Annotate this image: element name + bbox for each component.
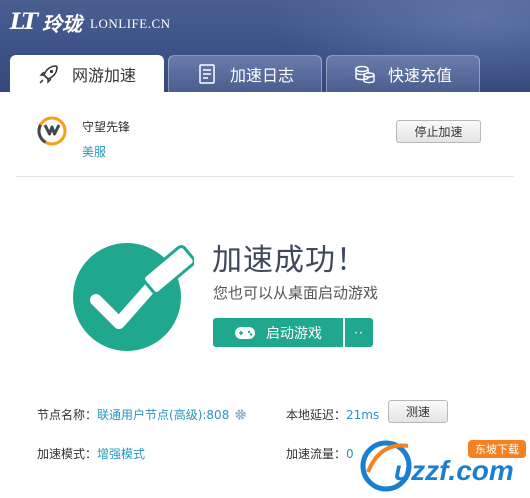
log-icon [196, 63, 218, 85]
success-subtitle: 您也可以从桌面启动游戏 [213, 284, 379, 302]
launch-game-button[interactable]: 启动游戏 [213, 318, 343, 347]
gamepad-icon [235, 326, 255, 339]
mode-value: 增强模式 [97, 447, 146, 461]
tab-label: 快速充值 [387, 66, 452, 85]
section-divider [16, 176, 514, 177]
tab-acceleration-log[interactable]: 加速日志 [168, 55, 322, 92]
game-region-link[interactable]: 美服 [82, 143, 106, 160]
logo-chinese-name: 玲珑 [42, 11, 83, 36]
tab-label: 网游加速 [71, 66, 136, 85]
logo-mark: LT [10, 9, 38, 35]
launch-game-label: 启动游戏 [266, 325, 322, 342]
uzzf-watermark: uzzf.com 东坡下载 [360, 440, 526, 492]
coins-icon [354, 63, 376, 85]
latency-label: 本地延迟： [286, 408, 347, 422]
logo-domain: LONLIFE.CN [90, 16, 171, 31]
launch-more-button[interactable]: ·· [345, 318, 373, 347]
tab-game-acceleration[interactable]: 网游加速 [10, 55, 164, 92]
mode-info: 加速模式：增强模式 [37, 445, 145, 462]
current-game-row: 守望先锋 美服 停止加速 [0, 92, 530, 176]
node-info: 节点名称：联通用户节点(高级):8080 [37, 406, 247, 423]
launch-game-group: 启动游戏 ·· [213, 318, 373, 347]
overwatch-logo-icon [37, 116, 67, 146]
speed-test-button[interactable]: 测速 [388, 400, 448, 423]
tab-quick-recharge[interactable]: 快速充值 [326, 55, 480, 92]
traffic-info: 加速流量：0 [286, 445, 354, 462]
node-value: 联通用户节点(高级):8080 [97, 408, 230, 422]
node-label: 节点名称： [37, 408, 98, 422]
latency-value: 21ms [346, 408, 380, 422]
latency-info: 本地延迟：21ms [286, 406, 379, 423]
watermark-badge: 东坡下载 [475, 443, 519, 456]
traffic-label: 加速流量： [286, 447, 347, 461]
success-title: 加速成功！ [212, 243, 367, 278]
rocket-icon [38, 63, 60, 85]
header-bar: LT 玲珑 LONLIFE.CN 网游加速 加速日志 快速充值 [0, 0, 530, 92]
tab-label: 加速日志 [229, 66, 294, 85]
game-name: 守望先锋 [82, 120, 131, 134]
success-check-icon [73, 243, 194, 351]
stop-acceleration-button[interactable]: 停止加速 [396, 120, 481, 143]
mode-label: 加速模式： [37, 447, 98, 461]
main-tabs: 网游加速 加速日志 快速充值 [10, 55, 480, 92]
app-logo: LT 玲珑 LONLIFE.CN [10, 6, 171, 38]
watermark-text: uzzf.com [394, 455, 514, 486]
gear-icon[interactable] [234, 408, 247, 421]
